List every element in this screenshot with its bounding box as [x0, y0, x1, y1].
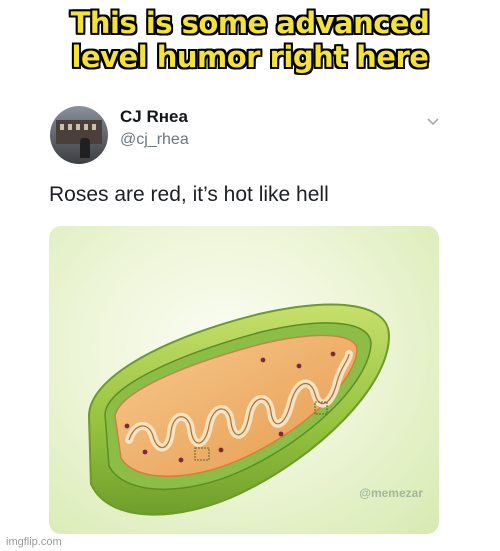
tweet-media-image[interactable]: @memezar	[49, 226, 439, 534]
user-handle[interactable]: @cj_rhea	[120, 131, 189, 149]
chevron-down-icon[interactable]	[426, 114, 440, 128]
avatar[interactable]	[50, 106, 108, 164]
avatar-person	[80, 138, 90, 158]
caption-line-2: level humor right here	[71, 40, 429, 74]
caption-line-1: This is some advanced	[70, 6, 430, 40]
tweet-header: CJ Rнеа @cj_rhea	[50, 100, 450, 164]
imgflip-watermark: imgflip.com	[6, 536, 62, 548]
tweet-text: Roses are red, it’s hot like hell	[49, 183, 329, 206]
avatar-building	[56, 120, 102, 144]
meme-caption: This is some advanced level humor right …	[0, 6, 500, 74]
watermark: @memezar	[359, 486, 423, 500]
user-name[interactable]: CJ Rнеа	[120, 107, 188, 127]
